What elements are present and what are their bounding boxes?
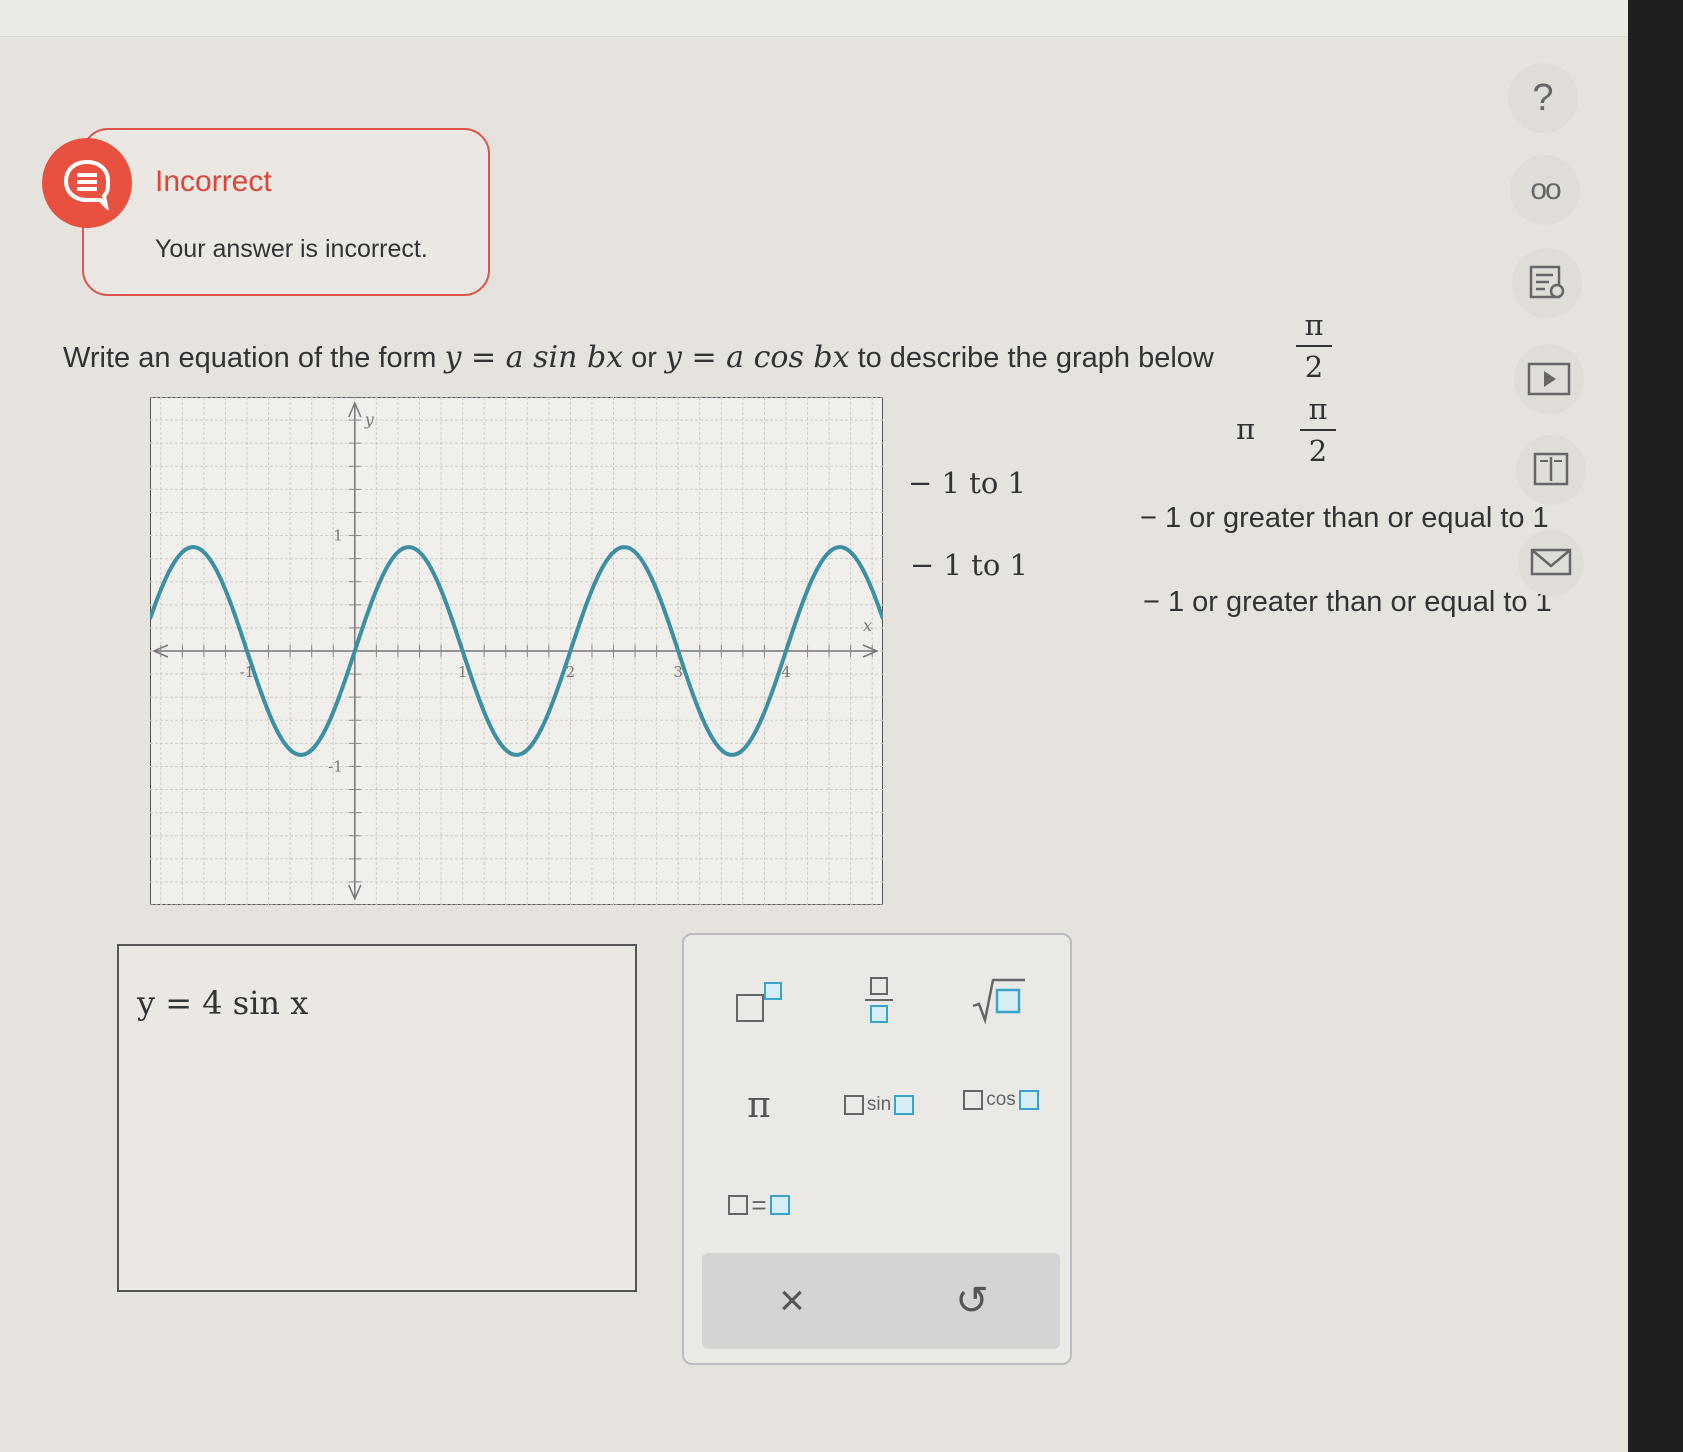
top-strip [0,0,1628,37]
fraction-numerator: π [1304,308,1324,342]
lhs-box-icon [728,1195,749,1215]
view-example-button[interactable]: oo [1510,155,1580,225]
inequality-text-1: − 1 or greater than or equal to 1 [1140,502,1549,534]
pi-over-2-fraction: π 2 [1296,308,1332,384]
sqrt-icon [972,978,1025,1024]
cos-label: cos [986,1089,1016,1110]
sqrt-button[interactable] [964,965,1034,1035]
ebook-button[interactable] [1516,435,1586,505]
feedback-card [82,128,490,296]
question-suffix: to describe the graph below [857,342,1214,374]
rhs-box-icon [769,1195,790,1215]
fraction-denominator: 2 [1304,350,1324,384]
y-tick-label: 1 [333,527,343,545]
device-edge [1628,0,1683,1452]
equals-label: = [751,1189,767,1220]
exponent-button[interactable] [724,969,794,1029]
textbook-button[interactable] [1512,248,1582,318]
question-or: or [631,342,657,374]
pi-symbol: π [1236,412,1256,446]
chat-bubble-icon [63,159,111,210]
x-axis-label: x [863,616,872,635]
inequality-text-2: − 1 or greater than or equal to 1 [1143,586,1552,618]
denominator-box-icon [870,1005,888,1023]
glasses-icon: oo [1530,173,1561,206]
question-text: Write an equation of the form y = a sin … [63,340,1214,375]
math-palette: π sin cos = × ↺ [682,933,1072,1365]
book-icon [1533,452,1569,486]
sin-box-icon [894,1095,915,1115]
help-icon: ? [1532,76,1554,119]
feedback-message: Your answer is incorrect. [155,235,428,263]
question-prefix: Write an equation of the form [63,342,437,374]
range-text-2: − 1 to 1 [910,548,1028,582]
envelope-icon [1530,548,1572,576]
equals-button[interactable]: = [714,1180,804,1230]
sine-graph: -1 1 2 3 41-1xy [150,397,883,905]
answer-input[interactable]: y = 4 sin x [117,944,637,1292]
feedback-title: Incorrect [155,165,272,198]
video-play-icon [1527,362,1571,396]
video-button[interactable] [1514,344,1584,414]
y-axis-label: y [364,410,375,429]
fraction-button[interactable] [844,965,914,1035]
cos-box-icon [1018,1090,1039,1110]
fraction-numerator: π [1308,392,1328,426]
undo-button[interactable]: ↺ [942,1271,1002,1331]
help-button[interactable]: ? [1508,63,1578,133]
exponent-box-icon [764,982,782,1000]
base-box-icon [736,994,764,1022]
cos-arg-box-icon [963,1090,984,1110]
pi-button[interactable]: π [724,1075,794,1135]
document-search-icon [1529,265,1565,299]
y-tick-label: -1 [328,757,343,775]
message-button[interactable] [1518,530,1584,596]
pi-over-2-fraction-2: π 2 [1300,392,1336,468]
answer-value: y = 4 sin x [137,984,309,1022]
cos-button[interactable]: cos [954,1075,1048,1125]
equation-sin-form: y = a sin bx [444,340,624,375]
numerator-box-icon [870,977,888,995]
fraction-denominator: 2 [1308,434,1328,468]
sin-label: sin [866,1094,892,1115]
clear-button[interactable]: × [762,1271,822,1331]
sin-arg-box-icon [843,1095,864,1115]
equation-cos-form: y = a cos bx [665,340,850,375]
range-text-1: − 1 to 1 [908,466,1026,500]
palette-action-bar: × ↺ [702,1253,1060,1349]
feedback-badge [42,138,132,228]
sin-button[interactable]: sin [834,1080,924,1130]
